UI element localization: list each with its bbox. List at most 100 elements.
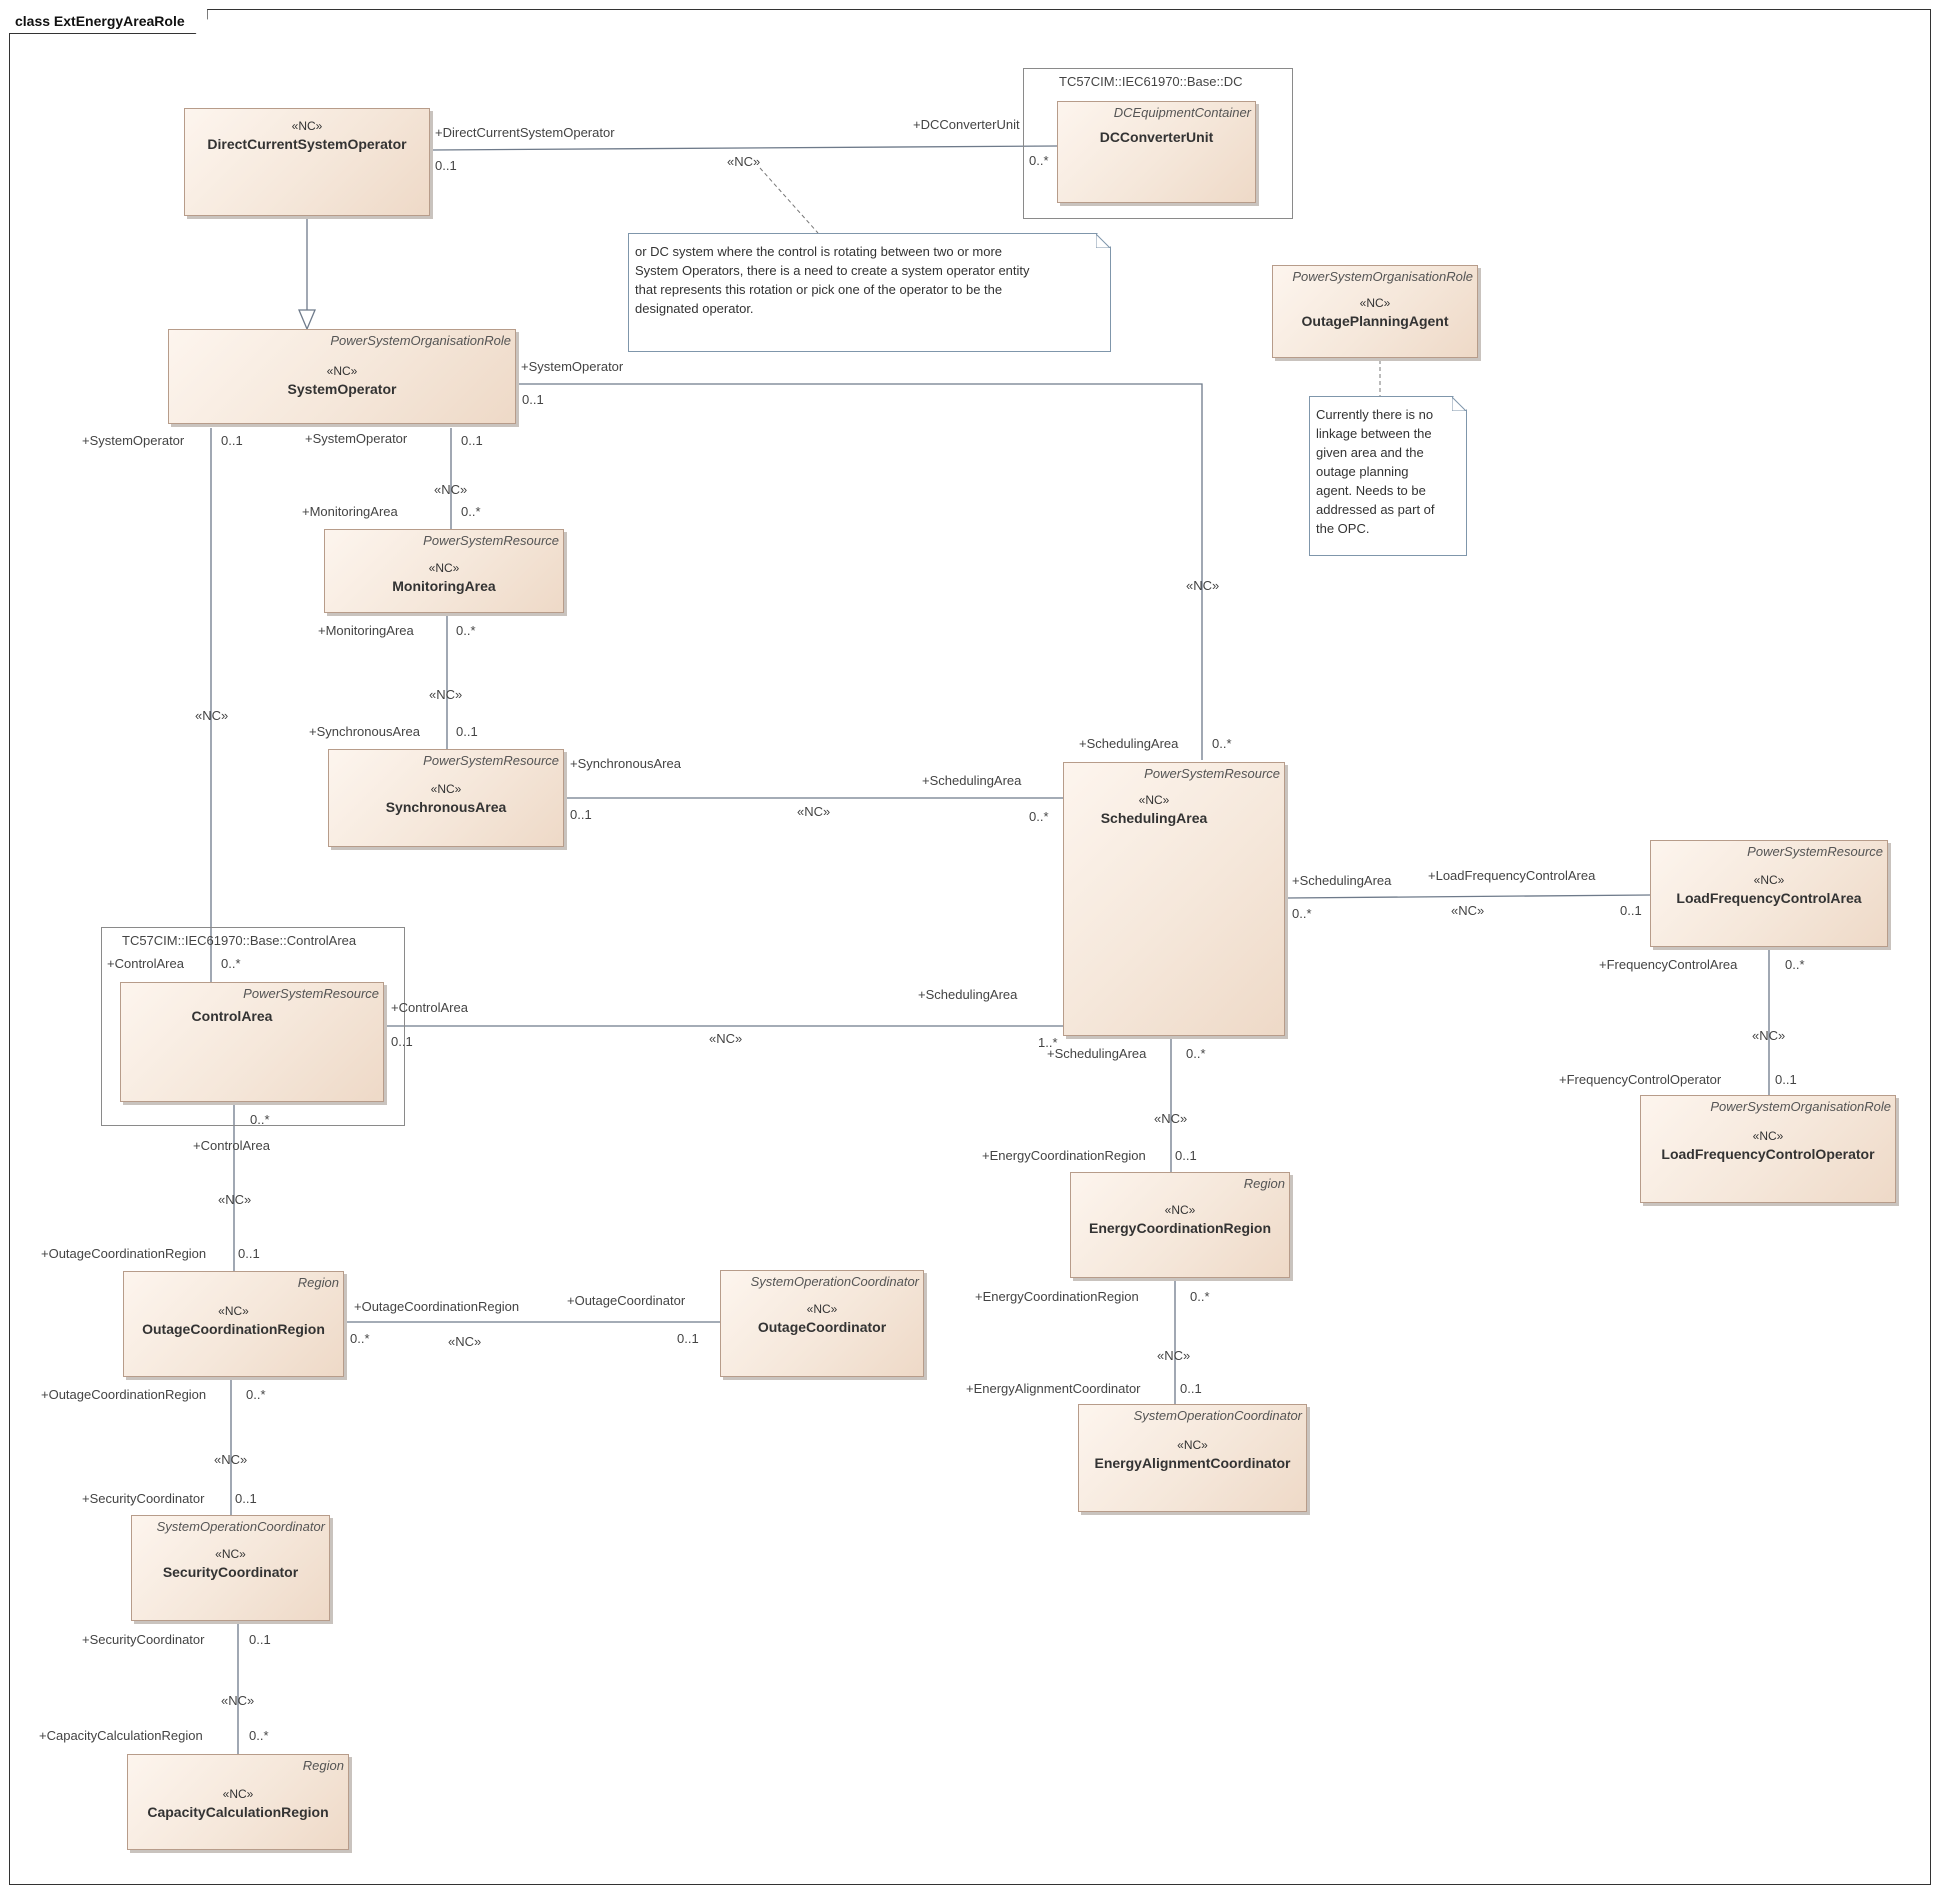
role-label: +MonitoringArea bbox=[318, 623, 414, 638]
stereotype-label: «NC» bbox=[1752, 1028, 1786, 1043]
role-label: +SynchronousArea bbox=[570, 756, 681, 771]
role-label: +ControlArea bbox=[107, 956, 184, 971]
role-label: +SchedulingArea bbox=[1047, 1046, 1147, 1061]
role-label: +SecurityCoordinator bbox=[82, 1491, 205, 1506]
class-dc-converter-unit[interactable]: DCEquipmentContainer DCConverterUnit bbox=[1057, 101, 1256, 203]
multiplicity-label: 0..* bbox=[456, 623, 476, 638]
multiplicity-label: 0..* bbox=[1785, 957, 1805, 972]
stereotype-label: «NC» bbox=[434, 482, 468, 497]
role-label: +DirectCurrentSystemOperator bbox=[435, 125, 615, 140]
role-label: +SystemOperator bbox=[305, 431, 408, 446]
stereotype-label: «NC» bbox=[214, 1452, 248, 1467]
role-label: +SystemOperator bbox=[521, 359, 624, 374]
role-label: +OutageCoordinationRegion bbox=[354, 1299, 520, 1314]
stereotype-label: «NC» bbox=[429, 687, 463, 702]
multiplicity-label: 0..1 bbox=[1180, 1381, 1202, 1396]
stereotype-label: «NC» bbox=[1451, 903, 1485, 918]
role-label: +ControlArea bbox=[193, 1138, 270, 1153]
stereotype-label: «NC» bbox=[727, 154, 761, 169]
role-label: +OutageCoordinationRegion bbox=[41, 1246, 207, 1261]
class-monitoring-area[interactable]: PowerSystemResource «NC» MonitoringArea bbox=[324, 529, 564, 613]
multiplicity-label: 0..* bbox=[246, 1387, 266, 1402]
role-label: +OutageCoordinationRegion bbox=[41, 1387, 207, 1402]
note-dc-line-2: System Operators, there is a need to cre… bbox=[635, 263, 1030, 278]
class-outage-coordinator[interactable]: SystemOperationCoordinator «NC» OutageCo… bbox=[720, 1270, 924, 1377]
note-opa-line-3: given area and the bbox=[1316, 445, 1424, 460]
class-energy-alignment-coordinator[interactable]: SystemOperationCoordinator «NC» EnergyAl… bbox=[1078, 1404, 1307, 1512]
role-label: +SchedulingArea bbox=[922, 773, 1022, 788]
role-label: +SchedulingArea bbox=[1292, 873, 1392, 888]
multiplicity-label: 0..1 bbox=[1620, 903, 1642, 918]
note-dc-system: or DC system where the control is rotati… bbox=[628, 233, 1111, 352]
class-security-coordinator[interactable]: SystemOperationCoordinator «NC» Security… bbox=[131, 1515, 330, 1621]
note-opa-line-4: outage planning bbox=[1316, 464, 1409, 479]
role-label: +SchedulingArea bbox=[1079, 736, 1179, 751]
role-label: +FrequencyControlArea bbox=[1599, 957, 1738, 972]
stereotype-label: «NC» bbox=[1157, 1348, 1191, 1363]
multiplicity-label: 0..* bbox=[1190, 1289, 1210, 1304]
class-outage-planning-agent[interactable]: PowerSystemOrganisationRole «NC» OutageP… bbox=[1272, 265, 1478, 358]
edge-so-sched bbox=[518, 383, 1203, 760]
multiplicity-label: 0..1 bbox=[456, 724, 478, 739]
class-synchronous-area[interactable]: PowerSystemResource «NC» SynchronousArea bbox=[328, 749, 564, 847]
edge-sched-lfca bbox=[1286, 894, 1651, 899]
class-control-area[interactable]: PowerSystemResource ControlArea bbox=[120, 982, 384, 1102]
class-scheduling-area[interactable]: PowerSystemResource «NC» SchedulingArea bbox=[1063, 762, 1285, 1036]
role-label: +LoadFrequencyControlArea bbox=[1428, 868, 1596, 883]
role-label: +CapacityCalculationRegion bbox=[39, 1728, 203, 1743]
multiplicity-label: 0..1 bbox=[570, 807, 592, 822]
role-label: +OutageCoordinator bbox=[567, 1293, 686, 1308]
stereotype-label: «NC» bbox=[797, 804, 831, 819]
stereotype-label: «NC» bbox=[448, 1334, 482, 1349]
stereotype-label: «NC» bbox=[709, 1031, 743, 1046]
multiplicity-label: 0..1 bbox=[461, 433, 483, 448]
multiplicity-label: 0..1 bbox=[1775, 1072, 1797, 1087]
note-outage-planning: Currently there is no linkage between th… bbox=[1309, 396, 1467, 556]
multiplicity-label: 0..1 bbox=[677, 1331, 699, 1346]
note-opa-line-7: the OPC. bbox=[1316, 521, 1370, 536]
multiplicity-label: 0..* bbox=[1292, 906, 1312, 921]
class-load-frequency-control-area[interactable]: PowerSystemResource «NC» LoadFrequencyCo… bbox=[1650, 840, 1888, 947]
package-dc-label: TC57CIM::IEC61970::Base::DC bbox=[1059, 74, 1243, 89]
stereotype-label: «NC» bbox=[1154, 1111, 1188, 1126]
class-system-operator[interactable]: PowerSystemOrganisationRole «NC» SystemO… bbox=[168, 329, 516, 424]
note-opa-line-5: agent. Needs to be bbox=[1316, 483, 1426, 498]
multiplicity-label: 0..* bbox=[350, 1331, 370, 1346]
class-capacity-calculation-region[interactable]: Region «NC» CapacityCalculationRegion bbox=[127, 1754, 349, 1850]
note-opa-line-2: linkage between the bbox=[1316, 426, 1432, 441]
stereotype-label: «NC» bbox=[221, 1693, 255, 1708]
multiplicity-label: 0..1 bbox=[522, 392, 544, 407]
role-label: +FrequencyControlOperator bbox=[1559, 1072, 1722, 1087]
note-opa-line-1: Currently there is no bbox=[1316, 407, 1434, 422]
class-outage-coordination-region[interactable]: Region «NC» OutageCoordinationRegion bbox=[123, 1271, 344, 1377]
role-label: +SchedulingArea bbox=[918, 987, 1018, 1002]
role-label: +SystemOperator bbox=[82, 433, 185, 448]
multiplicity-label: 0..1 bbox=[221, 433, 243, 448]
note-opa-line-6: addressed as part of bbox=[1316, 502, 1435, 517]
multiplicity-label: 0..* bbox=[249, 1728, 269, 1743]
multiplicity-label: 0..1 bbox=[249, 1632, 271, 1647]
role-label: +SynchronousArea bbox=[309, 724, 420, 739]
class-load-frequency-control-operator[interactable]: PowerSystemOrganisationRole «NC» LoadFre… bbox=[1640, 1095, 1896, 1203]
multiplicity-label: 0..* bbox=[1186, 1046, 1206, 1061]
role-label: +EnergyCoordinationRegion bbox=[982, 1148, 1146, 1163]
class-direct-current-system-operator[interactable]: «NC» DirectCurrentSystemOperator bbox=[184, 108, 430, 216]
class-energy-coordination-region[interactable]: Region «NC» EnergyCoordinationRegion bbox=[1070, 1172, 1290, 1278]
role-label: +ControlArea bbox=[391, 1000, 468, 1015]
generalization-arrowhead bbox=[298, 309, 316, 331]
note-dc-line-4: designated operator. bbox=[635, 301, 754, 316]
multiplicity-label: 0..* bbox=[461, 504, 481, 519]
role-label: +EnergyAlignmentCoordinator bbox=[966, 1381, 1141, 1396]
multiplicity-label: 0..1 bbox=[435, 158, 457, 173]
stereotype-label: «NC» bbox=[218, 1192, 252, 1207]
multiplicity-label: 0..1 bbox=[1175, 1148, 1197, 1163]
multiplicity-label: 0..* bbox=[1029, 153, 1049, 168]
note-link-dc bbox=[759, 167, 819, 234]
multiplicity-label: 0..* bbox=[250, 1112, 270, 1127]
multiplicity-label: 0..1 bbox=[235, 1491, 257, 1506]
role-label: +MonitoringArea bbox=[302, 504, 398, 519]
multiplicity-label: 0..* bbox=[1212, 736, 1232, 751]
multiplicity-label: 0..* bbox=[221, 956, 241, 971]
role-label: +SecurityCoordinator bbox=[82, 1632, 205, 1647]
role-label: +EnergyCoordinationRegion bbox=[975, 1289, 1139, 1304]
